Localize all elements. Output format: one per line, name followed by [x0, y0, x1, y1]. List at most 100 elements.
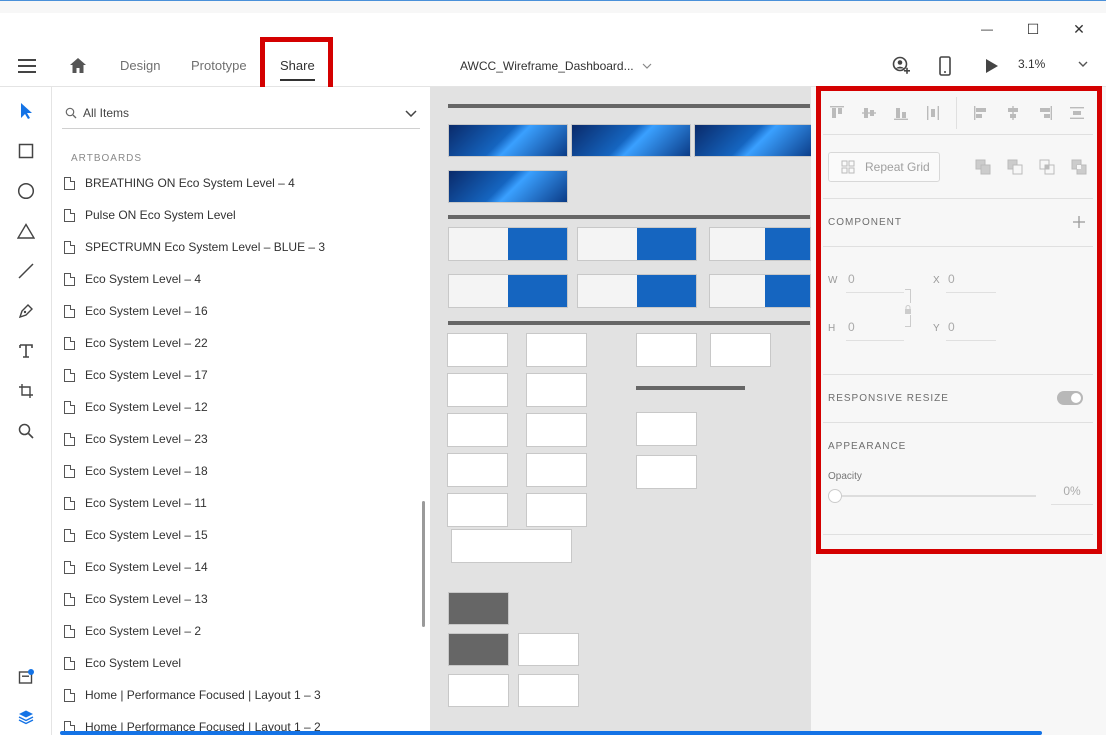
list-item[interactable]: Eco System Level – 22	[52, 327, 422, 359]
share-user-button[interactable]	[891, 56, 911, 76]
list-item[interactable]: Eco System Level – 17	[52, 359, 422, 391]
text-icon	[19, 344, 33, 358]
artboard-thumbnail[interactable]	[518, 674, 579, 707]
artboard-thumbnail[interactable]	[447, 333, 508, 367]
zoom-value: 3.1%	[1018, 57, 1046, 71]
artboard-thumbnail[interactable]	[526, 333, 587, 367]
line-icon	[18, 263, 34, 279]
artboard-thumbnail[interactable]	[709, 274, 811, 308]
list-item-label: SPECTRUMN Eco System Level – BLUE – 3	[85, 240, 326, 254]
artboard-thumbnail[interactable]	[709, 227, 811, 261]
chevron-down-icon	[642, 63, 652, 69]
document-title: AWCC_Wireframe_Dashboard...	[460, 59, 634, 73]
polygon-tool[interactable]	[14, 219, 38, 243]
artboard-thumbnail[interactable]	[526, 413, 587, 447]
list-item[interactable]: Home | Performance Focused | Layout 1 – …	[52, 679, 422, 711]
maximize-button[interactable]: ☐	[1010, 13, 1056, 45]
list-item[interactable]: SPECTRUMN Eco System Level – BLUE – 3	[52, 231, 422, 263]
text-tool[interactable]	[14, 339, 38, 363]
layers-panel-button[interactable]	[14, 705, 38, 729]
play-preview-button[interactable]	[984, 57, 1000, 75]
list-item[interactable]: Eco System Level – 18	[52, 455, 422, 487]
close-window-button[interactable]: ✕	[1056, 13, 1102, 45]
artboard-thumbnail[interactable]	[447, 373, 508, 407]
zoom-dropdown[interactable]: 3.1%	[1018, 45, 1092, 87]
magnifier-icon	[18, 423, 34, 439]
list-item[interactable]: Eco System Level – 16	[52, 295, 422, 327]
artboard-thumbnail[interactable]	[636, 455, 697, 489]
artboard-thumbnail[interactable]	[526, 453, 587, 487]
list-item[interactable]: Eco System Level – 13	[52, 583, 422, 615]
list-item[interactable]: Pulse ON Eco System Level	[52, 199, 422, 231]
artboard-thumbnail[interactable]	[636, 412, 697, 446]
artboard-thumbnail[interactable]	[447, 453, 508, 487]
list-item[interactable]: Eco System Level – 14	[52, 551, 422, 583]
chevron-down-icon	[1078, 61, 1088, 67]
list-item-label: Eco System Level – 14	[85, 560, 208, 574]
artboard-thumbnail[interactable]	[526, 493, 587, 527]
assets-panel-button[interactable]	[14, 665, 38, 689]
list-item-label: Eco System Level	[85, 656, 182, 670]
zoom-tool[interactable]	[14, 419, 38, 443]
artboard-group-header	[448, 321, 810, 325]
layers-scrollbar[interactable]	[422, 501, 425, 627]
list-item[interactable]: Eco System Level – 15	[52, 519, 422, 551]
search-icon	[65, 107, 77, 119]
list-item-label: Pulse ON Eco System Level	[85, 208, 236, 222]
list-item[interactable]: Eco System Level – 4	[52, 263, 422, 295]
tab-prototype[interactable]: Prototype	[191, 45, 247, 87]
design-canvas[interactable]	[430, 87, 811, 735]
layers-panel: All Items ARTBOARDS BREATHING ON Eco Sys…	[52, 87, 430, 735]
list-item[interactable]: Eco System Level – 12	[52, 391, 422, 423]
tools-toolbar	[0, 87, 52, 735]
artboard-thumbnail[interactable]	[577, 227, 697, 261]
artboard-tool[interactable]	[14, 379, 38, 403]
artboard-thumbnail[interactable]	[448, 674, 509, 707]
home-button[interactable]	[68, 56, 88, 76]
artboard-thumbnail[interactable]	[448, 633, 509, 666]
artboard-thumbnail[interactable]	[451, 529, 572, 563]
select-tool[interactable]	[14, 99, 38, 123]
list-item[interactable]: Eco System Level – 11	[52, 487, 422, 519]
artboard-thumbnail[interactable]	[448, 274, 568, 308]
hamburger-menu-button[interactable]	[18, 58, 36, 74]
artboard-thumbnail[interactable]	[518, 633, 579, 666]
minimize-button[interactable]: —	[964, 13, 1010, 45]
tab-design[interactable]: Design	[120, 45, 160, 87]
artboard-icon	[19, 384, 33, 398]
artboard-thumbnail[interactable]	[448, 124, 568, 157]
artboard-page-icon	[64, 528, 75, 542]
artboard-thumbnail[interactable]	[694, 124, 811, 157]
artboard-list: BREATHING ON Eco System Level – 4 Pulse O…	[52, 167, 422, 743]
artboard-page-icon	[64, 560, 75, 574]
artboard-thumbnail[interactable]	[447, 413, 508, 447]
ellipse-tool[interactable]	[14, 179, 38, 203]
ellipse-icon	[17, 182, 35, 200]
artboard-thumbnail[interactable]	[636, 333, 697, 367]
list-item[interactable]: Eco System Level – 23	[52, 423, 422, 455]
layers-filter[interactable]: All Items	[62, 97, 420, 129]
pen-tool[interactable]	[14, 299, 38, 323]
device-preview-button[interactable]	[938, 56, 952, 76]
list-item[interactable]: Home | Performance Focused | Layout 1 – …	[52, 711, 422, 743]
artboard-thumbnail[interactable]	[577, 274, 697, 308]
artboard-page-icon	[64, 496, 75, 510]
artboard-thumbnail[interactable]	[447, 493, 508, 527]
artboard-thumbnail[interactable]	[526, 373, 587, 407]
artboard-thumbnail[interactable]	[571, 124, 691, 157]
list-item[interactable]: BREATHING ON Eco System Level – 4	[52, 167, 422, 199]
artboard-thumbnail[interactable]	[448, 227, 568, 261]
triangle-icon	[17, 223, 35, 239]
list-item-label: Eco System Level – 22	[85, 336, 208, 350]
list-item-label: Eco System Level – 15	[85, 528, 208, 542]
artboard-thumbnail[interactable]	[710, 333, 771, 367]
document-title-dropdown[interactable]: AWCC_Wireframe_Dashboard...	[460, 45, 652, 87]
line-tool[interactable]	[14, 259, 38, 283]
list-item[interactable]: Eco System Level	[52, 647, 422, 679]
list-item[interactable]: Eco System Level – 2	[52, 615, 422, 647]
artboard-thumbnail[interactable]	[448, 592, 509, 625]
artboard-page-icon	[64, 240, 75, 254]
rectangle-tool[interactable]	[14, 139, 38, 163]
artboard-thumbnail[interactable]	[448, 170, 568, 203]
app-bar: Design Prototype Share AWCC_Wireframe_Da…	[0, 45, 1106, 87]
